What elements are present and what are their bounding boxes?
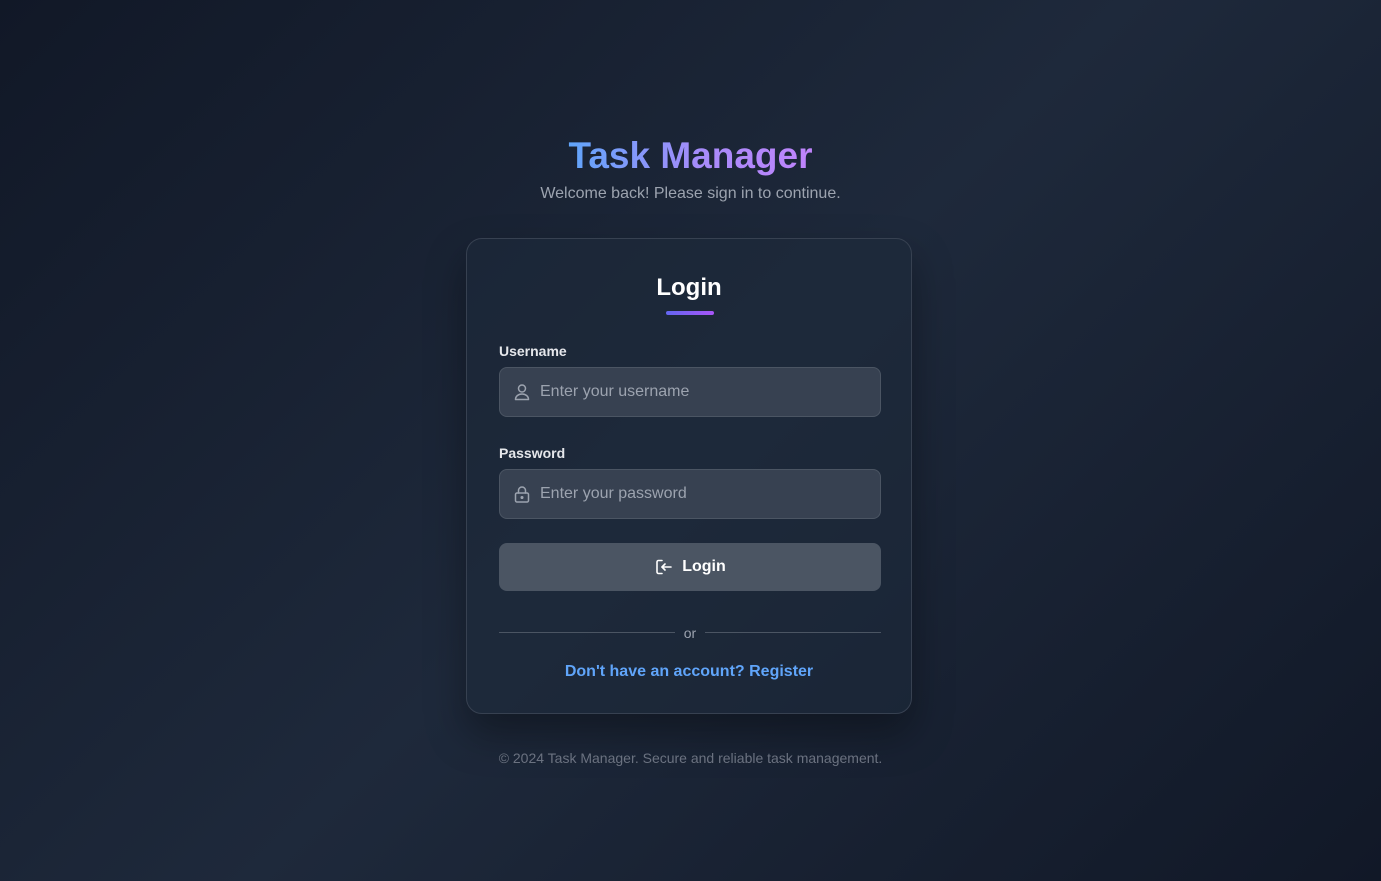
divider-line-right xyxy=(705,632,881,633)
lock-icon xyxy=(512,484,532,504)
login-card: Login Username Password xyxy=(466,238,912,714)
username-input-wrapper[interactable] xyxy=(499,367,881,417)
user-icon xyxy=(512,382,532,402)
app-title: Task Manager xyxy=(568,135,813,176)
footer-text: © 2024 Task Manager. Secure and reliable… xyxy=(498,750,883,766)
password-label: Password xyxy=(499,445,566,461)
username-input[interactable] xyxy=(540,368,870,416)
page-header: Task Manager Welcome back! Please sign i… xyxy=(0,134,1381,205)
password-input-wrapper[interactable] xyxy=(499,469,881,519)
login-heading: Login xyxy=(656,274,722,301)
register-link[interactable]: Don't have an account? Register xyxy=(467,661,911,683)
login-icon xyxy=(654,557,674,577)
login-button[interactable]: Login xyxy=(499,543,881,591)
divider-text: or xyxy=(683,625,697,641)
heading-underline xyxy=(666,311,714,315)
password-input[interactable] xyxy=(540,470,870,518)
username-label: Username xyxy=(499,343,567,359)
or-divider: or xyxy=(499,623,881,643)
app-subtitle: Welcome back! Please sign in to continue… xyxy=(540,185,841,202)
login-button-label: Login xyxy=(682,558,726,575)
